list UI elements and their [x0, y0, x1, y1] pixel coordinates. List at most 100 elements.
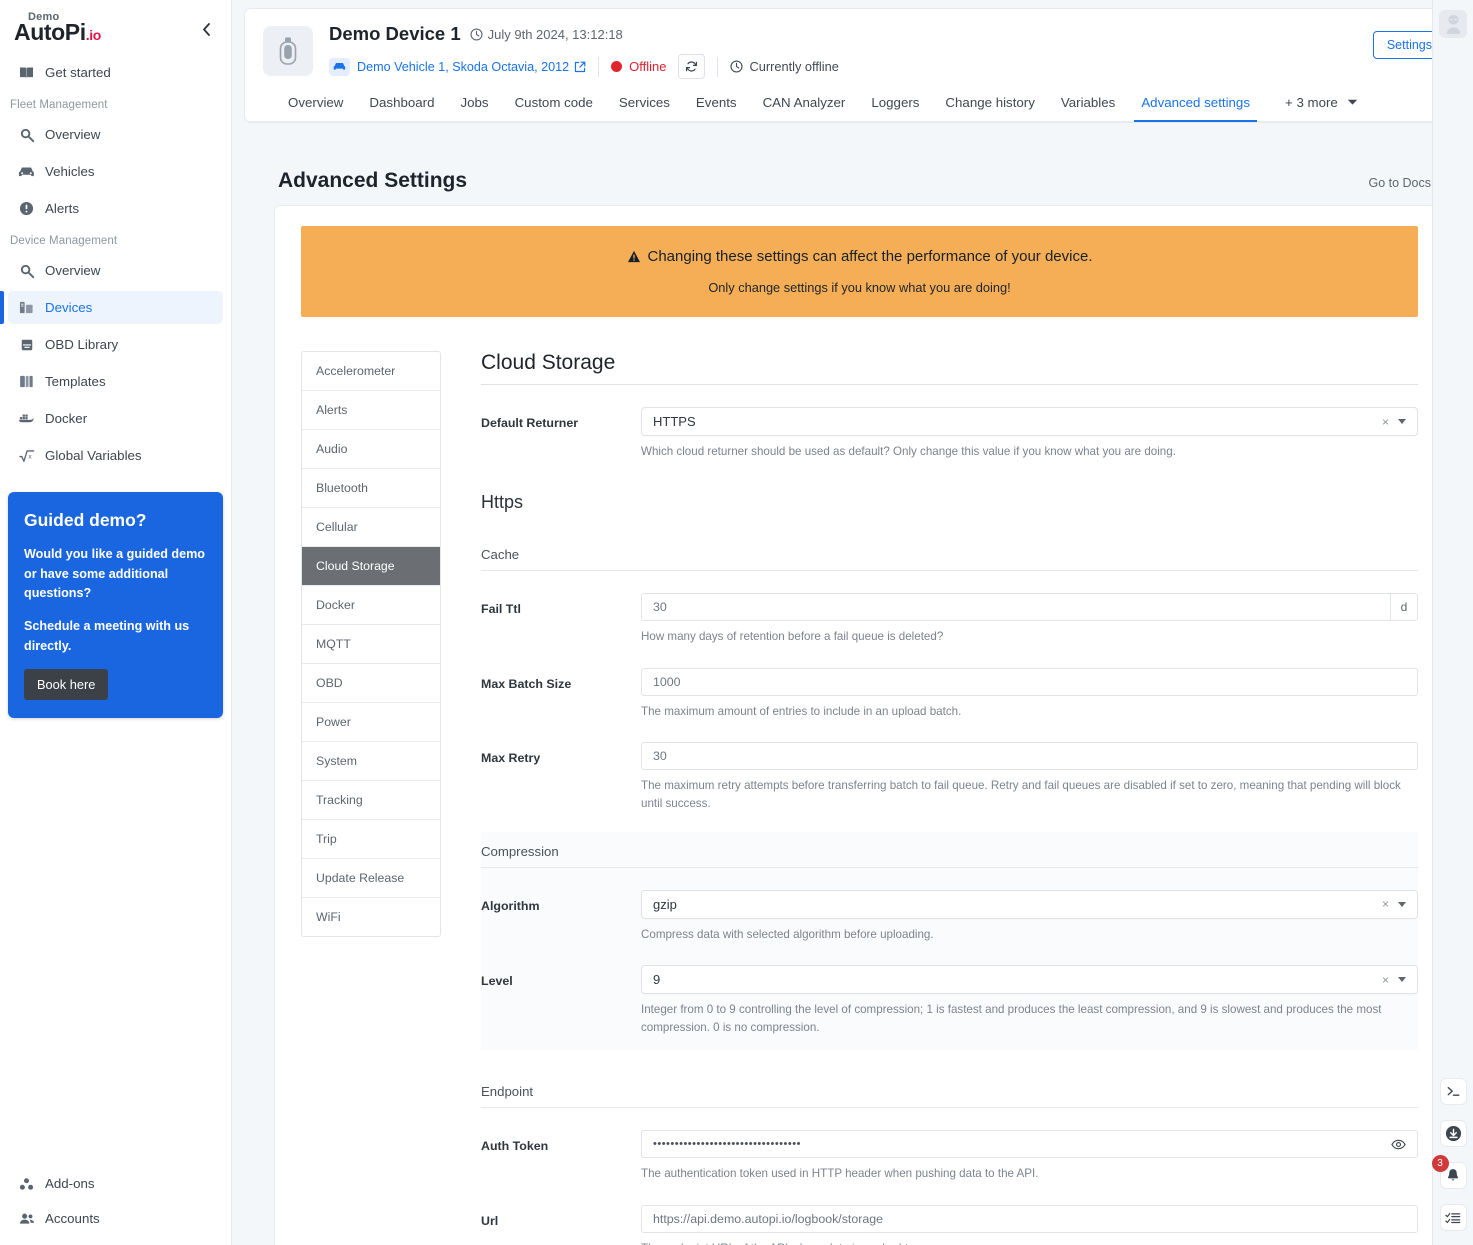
tab-services[interactable]: Services	[606, 89, 683, 121]
field-label: Level	[481, 974, 513, 989]
divider	[717, 56, 719, 77]
tab-loggers[interactable]: Loggers	[858, 89, 932, 121]
checklist-button[interactable]	[1439, 1204, 1467, 1231]
tab-custom-code[interactable]: Custom code	[502, 89, 606, 121]
fail-ttl-input[interactable]	[641, 593, 1390, 622]
chevron-down-icon[interactable]	[1398, 901, 1406, 907]
clear-x-icon[interactable]: ×	[1382, 415, 1389, 429]
field-auth-token: Auth Token •••••••••••••••••••••••••••••…	[481, 1130, 1418, 1182]
sidebar-item-device-overview[interactable]: Overview	[8, 254, 223, 287]
category-accelerometer[interactable]: Accelerometer	[302, 352, 440, 391]
vehicle-link-text: Demo Vehicle 1, Skoda Octavia, 2012	[357, 59, 570, 74]
sidebar-item-accounts[interactable]: Accounts	[8, 1202, 223, 1235]
terminal-button[interactable]	[1439, 1078, 1467, 1105]
auth-token-input[interactable]: ••••••••••••••••••••••••••••••••••	[641, 1130, 1380, 1159]
tab-change-history[interactable]: Change history	[932, 89, 1047, 121]
category-docker[interactable]: Docker	[302, 586, 440, 625]
vehicle-link[interactable]: Demo Vehicle 1, Skoda Octavia, 2012	[357, 60, 586, 74]
warning-banner: Changing these settings can affect the p…	[301, 226, 1418, 317]
category-obd[interactable]: OBD	[302, 664, 440, 703]
field-max-batch-size: Max Batch Size The maximum amount of ent…	[481, 667, 1418, 720]
category-wifi[interactable]: WiFi	[302, 898, 440, 936]
category-cellular[interactable]: Cellular	[302, 508, 440, 547]
sidebar-item-fleet-overview[interactable]: Overview	[8, 118, 223, 151]
group-compression-heading: Compression	[481, 844, 1418, 868]
sidebar-item-addons[interactable]: Add-ons	[8, 1167, 223, 1200]
field-max-retry: Max Retry The maximum retry attempts bef…	[481, 742, 1418, 812]
sidebar-item-templates[interactable]: Templates	[8, 365, 223, 398]
tab-advanced-settings[interactable]: Advanced settings	[1128, 89, 1263, 122]
go-to-docs-link[interactable]: Go to Docs	[1368, 176, 1431, 190]
category-trip[interactable]: Trip	[302, 820, 440, 859]
offline-note: Currently offline	[730, 59, 839, 74]
group-cache-heading: Cache	[481, 547, 1418, 572]
category-alerts[interactable]: Alerts	[302, 391, 440, 430]
select-value: 9	[653, 972, 661, 988]
divider	[598, 56, 600, 77]
tab-dashboard[interactable]: Dashboard	[356, 89, 447, 121]
sidebar-item-get-started[interactable]: Get started	[8, 56, 223, 89]
addons-icon	[18, 1175, 35, 1192]
sqrt-variable-icon: x	[18, 447, 35, 464]
tab-jobs[interactable]: Jobs	[447, 89, 501, 121]
sidebar-item-devices[interactable]: Devices	[0, 291, 223, 324]
category-update-release[interactable]: Update Release	[302, 859, 440, 898]
sidebar-item-label: Docker	[45, 411, 88, 426]
sidebar-section-fleet-label: Fleet Management	[10, 99, 108, 111]
book-here-button[interactable]: Book here	[24, 669, 109, 701]
sidebar-collapse-button[interactable]	[195, 18, 217, 40]
logo[interactable]: Demo AutoPi.io	[14, 12, 101, 44]
search-overview-icon	[18, 126, 35, 143]
field-label: Fail Ttl	[481, 602, 521, 617]
status-dot-icon	[611, 61, 623, 72]
guided-demo-promo: Guided demo? Would you like a guided dem…	[8, 492, 223, 719]
device-meta-row: Demo Vehicle 1, Skoda Octavia, 2012 Offl…	[329, 54, 1446, 79]
field-help: Compress data with selected algorithm be…	[641, 927, 934, 941]
category-tracking[interactable]: Tracking	[302, 781, 440, 820]
search-overview-icon	[18, 262, 35, 279]
tab-overview[interactable]: Overview	[275, 89, 356, 121]
level-select[interactable]: 9 ×	[641, 965, 1418, 995]
reveal-token-button[interactable]	[1379, 1130, 1418, 1159]
category-audio[interactable]: Audio	[302, 430, 440, 469]
default-returner-select[interactable]: HTTPS ×	[641, 407, 1418, 436]
max-batch-size-input[interactable]	[641, 667, 1418, 696]
tab-events[interactable]: Events	[683, 89, 750, 121]
clock-icon	[470, 27, 483, 41]
tab-variables[interactable]: Variables	[1048, 89, 1128, 121]
category-mqtt[interactable]: MQTT	[302, 625, 440, 664]
chevron-down-icon[interactable]	[1398, 977, 1406, 983]
logo-wordmark: AutoPi.io	[14, 19, 101, 45]
sidebar-item-alerts[interactable]: Alerts	[8, 192, 223, 225]
promo-title: Guided demo?	[24, 510, 147, 530]
notifications-button[interactable]: 3	[1431, 1155, 1467, 1189]
tab-can-analyzer[interactable]: CAN Analyzer	[750, 89, 859, 121]
warning-main-text: Changing these settings can affect the p…	[647, 248, 1093, 265]
device-header-card: Demo Device 1 July 9th 2024, 13:12:18 De…	[244, 8, 1465, 123]
settings-category-list: Accelerometer Alerts Audio Bluetooth Cel…	[301, 351, 441, 937]
category-cloud-storage[interactable]: Cloud Storage	[302, 547, 440, 586]
field-help: The maximum amount of entries to include…	[641, 704, 962, 718]
tabs-more-button[interactable]: + 3 more	[1263, 89, 1368, 121]
sidebar-item-obd-library[interactable]: OBD Library	[8, 328, 223, 361]
refresh-button[interactable]	[678, 54, 706, 79]
brand-row: Demo AutoPi.io	[0, 0, 231, 54]
chevron-down-icon[interactable]	[1398, 419, 1406, 424]
url-input[interactable]	[641, 1204, 1418, 1233]
clear-x-icon[interactable]: ×	[1382, 897, 1389, 911]
clear-x-icon[interactable]: ×	[1382, 973, 1389, 987]
field-body: •••••••••••••••••••••••••••••••••• The a…	[641, 1130, 1418, 1182]
download-button[interactable]	[1439, 1120, 1467, 1147]
category-system[interactable]: System	[302, 742, 440, 781]
algorithm-select[interactable]: gzip ×	[641, 889, 1418, 919]
category-bluetooth[interactable]: Bluetooth	[302, 469, 440, 508]
avatar[interactable]	[1439, 10, 1467, 38]
auth-token-input-group: ••••••••••••••••••••••••••••••••••	[641, 1130, 1418, 1159]
sidebar-item-global-variables[interactable]: x Global Variables	[8, 439, 223, 472]
sidebar-item-vehicles[interactable]: Vehicles	[8, 155, 223, 188]
max-retry-input[interactable]	[641, 742, 1418, 771]
terminal-icon	[1447, 1086, 1459, 1096]
category-power[interactable]: Power	[302, 703, 440, 742]
vehicle-chip[interactable]: Demo Vehicle 1, Skoda Octavia, 2012	[329, 57, 586, 76]
sidebar-item-docker[interactable]: Docker	[8, 402, 223, 435]
